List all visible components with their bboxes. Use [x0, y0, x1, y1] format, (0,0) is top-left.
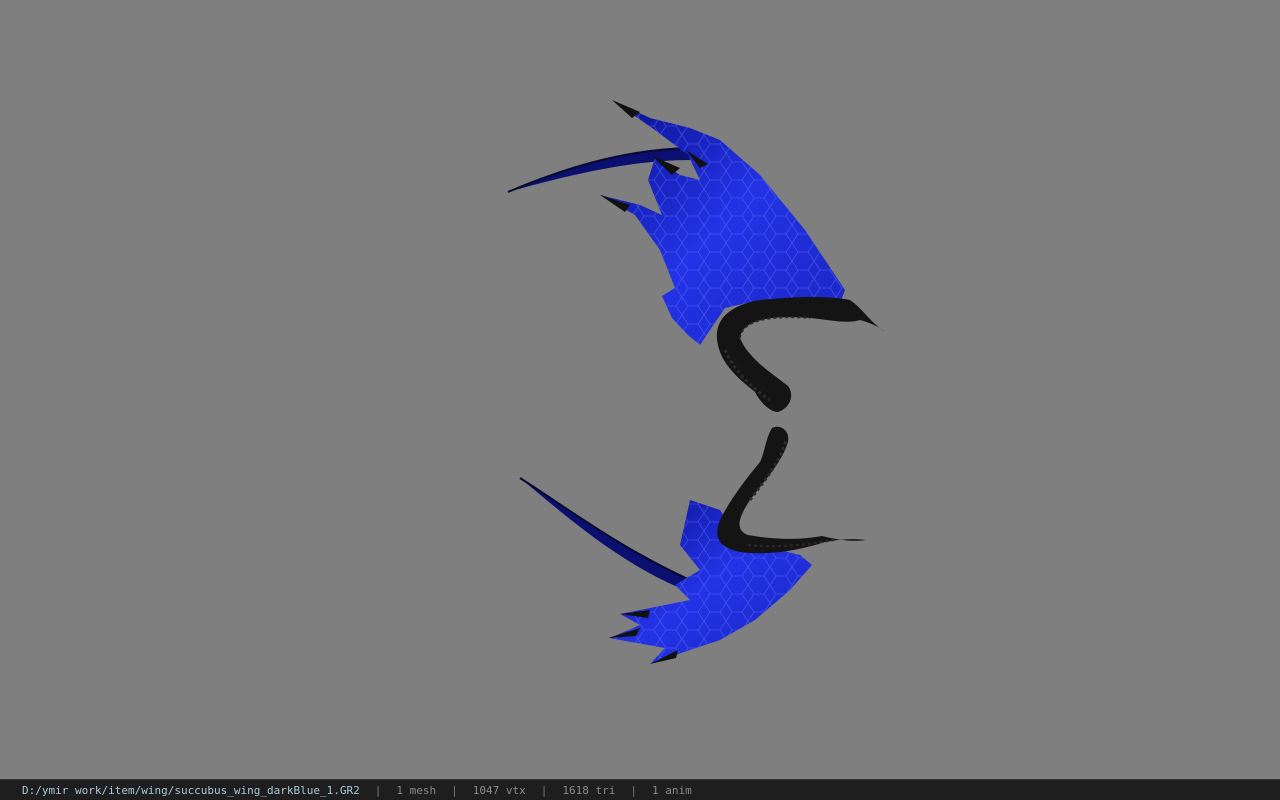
status-separator: |	[451, 783, 458, 797]
mesh-count-label: 1 mesh	[396, 783, 437, 797]
upper-wing	[507, 100, 885, 412]
file-path-label: D:/ymir work/item/wing/succubus_wing_dar…	[22, 783, 360, 797]
3d-viewport[interactable]	[0, 0, 1280, 779]
status-separator: |	[630, 783, 637, 797]
status-separator: |	[540, 783, 548, 797]
anim-count-label: 1 anim	[651, 783, 692, 797]
triangle-count-label: 1618 tri	[562, 783, 616, 797]
status-bar: D:/ymir work/item/wing/succubus_wing_dar…	[0, 779, 1280, 800]
vertex-count-label: 1047 vtx	[472, 783, 526, 797]
lower-wing	[519, 426, 866, 664]
status-separator: |	[374, 783, 382, 797]
wing-model-render	[507, 100, 885, 664]
